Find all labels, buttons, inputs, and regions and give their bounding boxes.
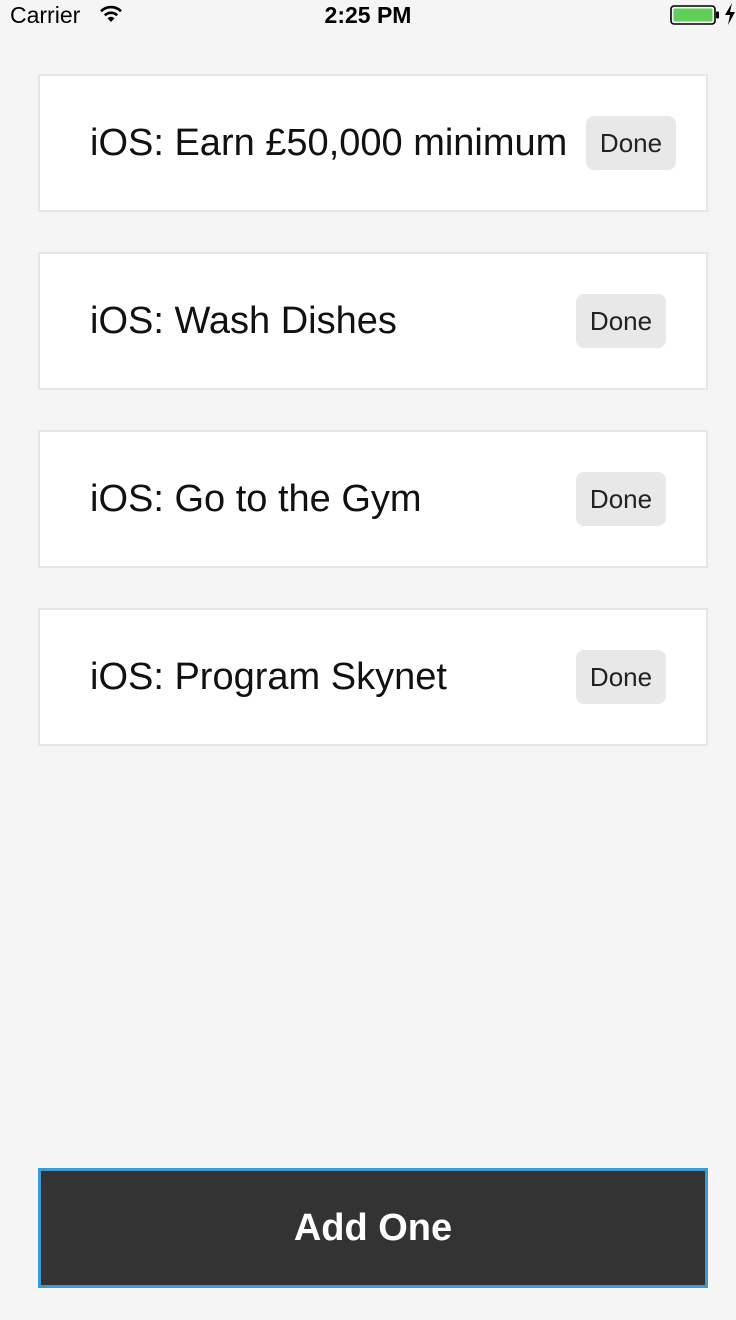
done-button[interactable]: Done — [576, 472, 666, 526]
todo-item: iOS: Wash Dishes Done — [38, 252, 708, 390]
app-screen: Carrier 2:25 PM iOS: Earn £50,000 minimu… — [0, 0, 736, 1320]
todo-item: iOS: Earn £50,000 minimum Done — [38, 74, 708, 212]
done-button[interactable]: Done — [576, 294, 666, 348]
status-time: 2:25 PM — [324, 2, 412, 28]
battery-icon — [670, 5, 719, 25]
done-button[interactable]: Done — [576, 650, 666, 704]
charging-bolt-icon — [725, 3, 735, 25]
todo-text: iOS: Wash Dishes — [90, 300, 397, 342]
todo-item: iOS: Go to the Gym Done — [38, 430, 708, 568]
todo-list: iOS: Earn £50,000 minimum Done iOS: Wash… — [38, 74, 708, 786]
todo-text: iOS: Program Skynet — [90, 656, 447, 698]
status-bar: Carrier 2:25 PM — [0, 0, 736, 32]
todo-text: iOS: Go to the Gym — [90, 478, 422, 520]
done-button[interactable]: Done — [586, 116, 676, 170]
todo-text: iOS: Earn £50,000 minimum — [90, 122, 568, 164]
add-one-button[interactable]: Add One — [38, 1168, 708, 1288]
todo-item: iOS: Program Skynet Done — [38, 608, 708, 746]
